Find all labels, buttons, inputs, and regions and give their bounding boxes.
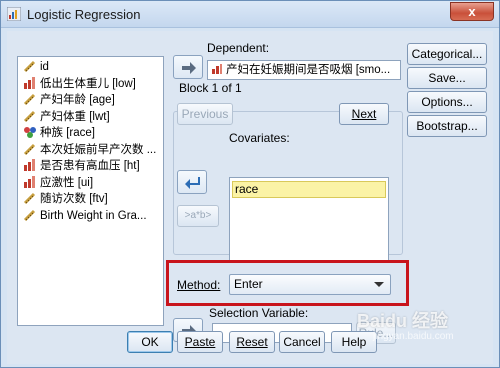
variable-name: 低出生体重儿 [low] <box>40 77 136 90</box>
bar-icon <box>23 76 37 90</box>
previous-button[interactable]: Previous <box>177 103 233 125</box>
help-label: Help <box>341 335 367 349</box>
dependent-value: 产妇在妊娠期间是否吸烟 [smo... <box>226 64 391 76</box>
block-label: Block 1 of 1 <box>177 81 244 95</box>
variable-name: 本次妊娠前早产次数 ... <box>40 143 157 156</box>
save-label: Save... <box>428 71 466 85</box>
paste-button[interactable]: Paste <box>177 331 223 353</box>
close-button[interactable]: x <box>450 2 494 21</box>
variable-item[interactable]: 产妇年龄 [age] <box>23 92 163 108</box>
variable-name: 是否患有高血压 [ht] <box>40 160 140 172</box>
variable-name: 应激性 [ui] <box>40 176 94 189</box>
save-button[interactable]: Save... <box>407 67 487 89</box>
title-bar[interactable]: Logistic Regression x <box>1 1 499 28</box>
scale-icon <box>23 109 37 123</box>
variable-item[interactable]: 产妇体重 [lwt] <box>23 109 163 125</box>
dependent-field[interactable]: 产妇在妊娠期间是否吸烟 [smo... <box>207 60 401 80</box>
baidu-watermark-url: jingyan.baidu.com <box>373 331 454 342</box>
bar-icon <box>23 175 37 189</box>
cancel-button[interactable]: Cancel <box>279 331 325 353</box>
scale-icon <box>23 92 37 106</box>
variable-name: 产妇年龄 [age] <box>40 94 115 106</box>
interaction-button[interactable]: >a*b> <box>177 205 219 227</box>
bootstrap-label: Bootstrap... <box>416 119 478 133</box>
window-title: Logistic Regression <box>27 7 141 22</box>
variable-item[interactable]: Birth Weight in Gra... <box>23 208 163 224</box>
variable-name: 随访次数 [ftv] <box>40 193 108 205</box>
arrow-left-icon <box>185 177 200 189</box>
scale-icon <box>23 191 37 205</box>
bar-icon <box>23 158 37 172</box>
paste-label: Paste <box>184 335 216 349</box>
previous-label: Previous <box>181 107 229 121</box>
variable-name: Birth Weight in Gra... <box>40 209 147 222</box>
bootstrap-button[interactable]: Bootstrap... <box>407 115 487 137</box>
arrow-right-icon <box>182 62 196 74</box>
method-label: Method: <box>177 278 220 292</box>
method-label-text: Method: <box>177 278 221 292</box>
variable-name: 种族 [race] <box>40 127 95 139</box>
method-value: Enter <box>234 277 263 291</box>
variable-list[interactable]: id 低出生体重儿 [low] 产妇年龄 [age] 产妇体重 [lwt] 种族 [ra… <box>17 56 164 326</box>
ok-label: OK <box>141 335 159 349</box>
variable-item[interactable]: 低出生体重儿 [low] <box>23 76 163 92</box>
variable-item[interactable]: 随访次数 [ftv] <box>23 191 163 207</box>
app-icon <box>7 7 21 21</box>
interaction-label: >a*b> <box>184 210 212 221</box>
bar-icon <box>211 63 223 75</box>
variable-name: id <box>40 61 49 73</box>
method-dropdown[interactable]: Enter <box>229 274 391 295</box>
close-icon: x <box>468 4 476 19</box>
ok-button[interactable]: OK <box>127 331 173 353</box>
covariates-list[interactable]: race <box>229 177 389 263</box>
variable-item[interactable]: 种族 [race] <box>23 125 163 141</box>
cancel-label: Cancel <box>283 335 321 349</box>
options-label: Options... <box>421 95 473 109</box>
variable-item[interactable]: 应激性 [ui] <box>23 175 163 191</box>
variable-item[interactable]: id <box>23 59 163 75</box>
logistic-regression-dialog: Logistic Regression x id 低出生体重儿 [low] 产妇年龄… <box>0 0 500 368</box>
dependent-label: Dependent: <box>207 41 270 55</box>
options-button[interactable]: Options... <box>407 91 487 113</box>
help-button[interactable]: Help <box>331 331 377 353</box>
covariate-item[interactable]: race <box>232 181 386 198</box>
variable-item[interactable]: 是否患有高血压 [ht] <box>23 158 163 174</box>
next-label: Next <box>351 107 377 121</box>
reset-label: Reset <box>236 335 268 349</box>
scale-icon <box>23 208 37 222</box>
covariates-label: Covariates: <box>229 131 290 145</box>
scale-icon <box>23 59 37 73</box>
move-to-dependent-button[interactable] <box>173 55 203 79</box>
categorical-button[interactable]: Categorical... <box>407 43 487 65</box>
next-button[interactable]: Next <box>339 103 389 125</box>
move-to-covariates-button[interactable] <box>177 170 207 194</box>
categorical-label: Categorical... <box>411 47 483 61</box>
variable-item[interactable]: 本次妊娠前早产次数 ... <box>23 142 163 158</box>
variable-name: 产妇体重 [lwt] <box>40 110 110 123</box>
selection-variable-label: Selection Variable: <box>209 306 309 320</box>
baidu-watermark: Baidu 经验 <box>357 311 449 331</box>
scale-icon <box>23 142 37 156</box>
chevron-down-icon <box>374 282 384 287</box>
reset-button[interactable]: Reset <box>229 331 275 353</box>
nominal-icon <box>23 125 37 139</box>
